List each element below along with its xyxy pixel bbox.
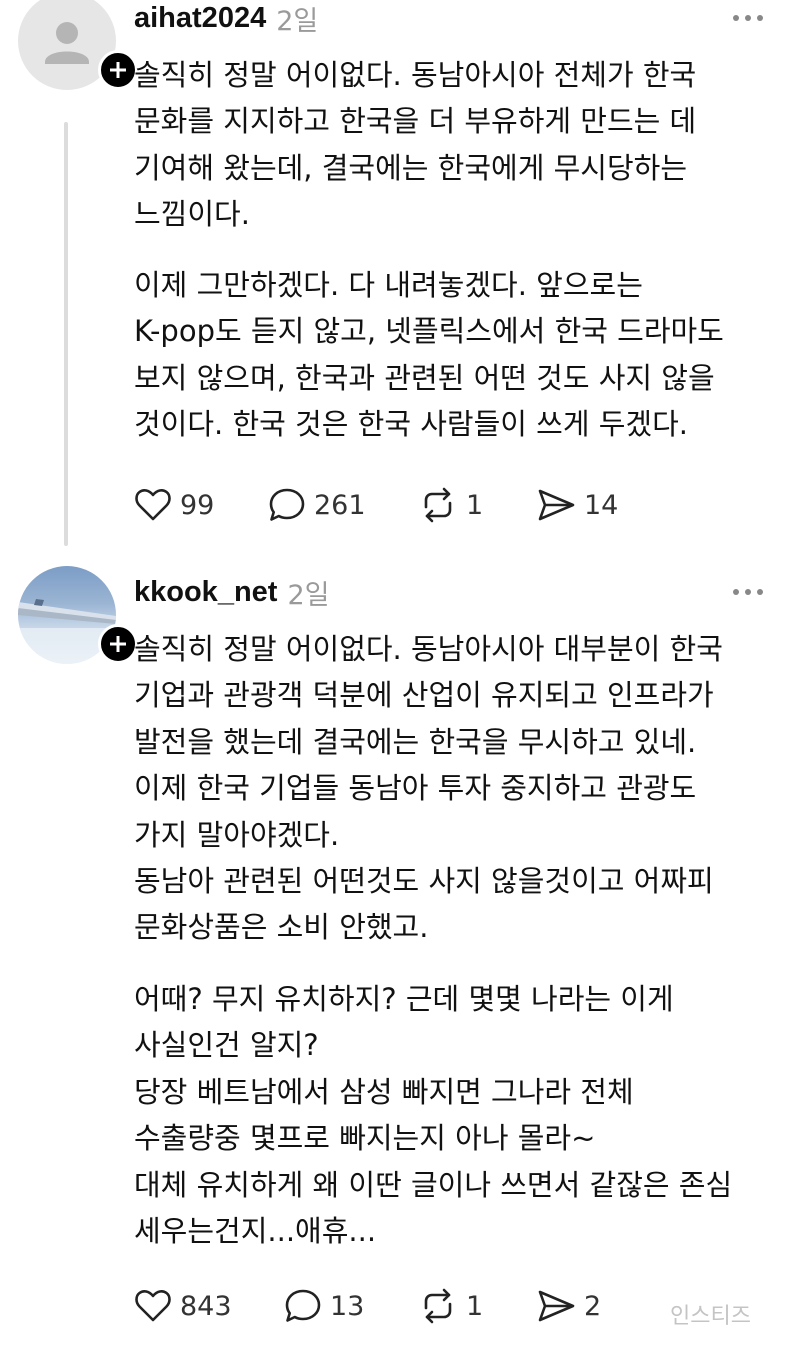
- repost-count: 1: [466, 489, 484, 521]
- post-paragraph: 이제 그만하겠다. 다 내려놓겠다. 앞으로는 K-pop도 듣지 않고, 넷플…: [134, 268, 724, 442]
- post: aihat2024 2일 솔직히 정말 어이없다. 동남아시아 전체가 한국 문…: [0, 0, 800, 560]
- follow-button[interactable]: [98, 624, 138, 664]
- repost-icon: [424, 1288, 452, 1324]
- thread-line: [64, 122, 68, 546]
- avatar-container: [18, 566, 138, 664]
- plus-icon: [110, 636, 126, 652]
- more-options-icon[interactable]: [728, 8, 768, 28]
- reply-count: 261: [314, 489, 366, 521]
- avatar-container: [18, 0, 138, 90]
- follow-button[interactable]: [98, 50, 138, 90]
- username[interactable]: kkook_net: [134, 576, 277, 609]
- share-count: 14: [584, 489, 619, 521]
- more-options-icon[interactable]: [728, 582, 768, 602]
- like-button[interactable]: 99: [134, 485, 214, 525]
- send-icon: [538, 489, 575, 521]
- repost-icon: [424, 487, 452, 523]
- username[interactable]: aihat2024: [134, 2, 266, 35]
- heart-icon: [135, 1290, 171, 1322]
- post: kkook_net 2일 솔직히 정말 어이없다. 동남아시아 대부분이 한국 …: [0, 566, 800, 1356]
- like-count: 99: [180, 489, 215, 521]
- reply-button[interactable]: 13: [284, 1286, 364, 1326]
- post-paragraph: 어때? 무지 유치하지? 근데 몇몇 나라는 이게 사실인건 알지? 당장 베트…: [134, 982, 733, 1249]
- share-count: 2: [584, 1290, 602, 1322]
- comment-icon: [269, 488, 305, 521]
- share-button[interactable]: 14: [536, 485, 618, 525]
- like-button[interactable]: 843: [134, 1286, 232, 1326]
- reply-count: 13: [330, 1290, 365, 1322]
- timestamp: 2일: [287, 579, 330, 611]
- post-header: aihat2024 2일: [134, 0, 318, 38]
- plus-icon: [110, 62, 126, 78]
- comment-icon: [285, 1289, 321, 1322]
- post-paragraph: 솔직히 정말 어이없다. 동남아시아 대부분이 한국 기업과 관광객 덕분에 산…: [134, 632, 723, 945]
- timestamp: 2일: [276, 5, 319, 37]
- post-paragraph: 솔직히 정말 어이없다. 동남아시아 전체가 한국 문화를 지지하고 한국을 더…: [134, 58, 697, 232]
- post-header: kkook_net 2일: [134, 572, 329, 612]
- share-button[interactable]: 2: [536, 1286, 601, 1326]
- watermark: 인스티즈: [670, 1304, 751, 1329]
- heart-icon: [135, 489, 171, 521]
- send-icon: [538, 1290, 575, 1322]
- like-count: 843: [180, 1290, 232, 1322]
- reply-button[interactable]: 261: [268, 485, 366, 525]
- repost-button[interactable]: 1: [418, 1286, 483, 1326]
- repost-button[interactable]: 1: [418, 485, 483, 525]
- repost-count: 1: [466, 1290, 484, 1322]
